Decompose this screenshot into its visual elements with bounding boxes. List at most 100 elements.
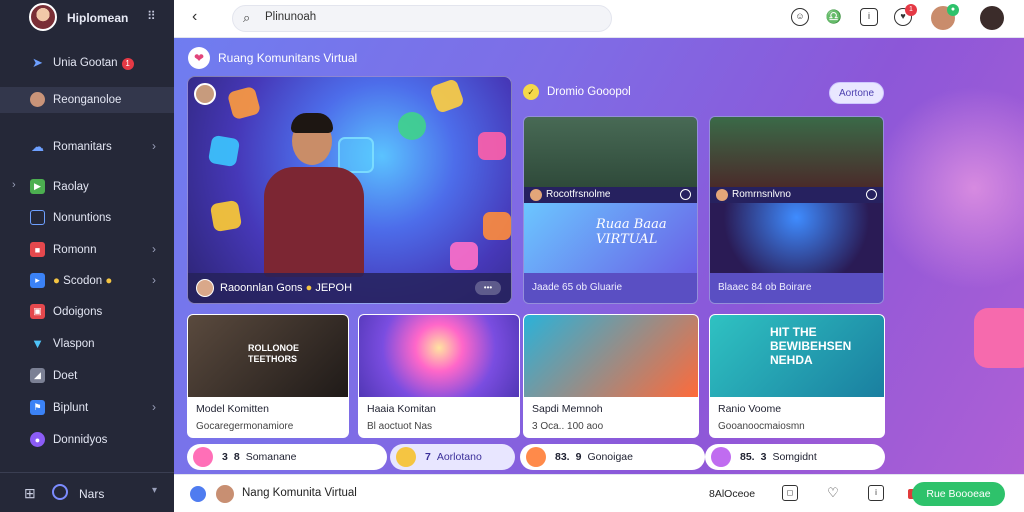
sidebar-header: Hiplomean ⠿ <box>0 0 174 36</box>
card-meta-text: Romrnsnlvno <box>732 189 791 200</box>
recommend-header: ✓ Dromio Gooopol <box>523 84 631 100</box>
top-bar: ‹ ⌕ ☺ ♎ i ♥ 1 ● <box>174 0 1024 38</box>
card-image: ROLLONOE TEETHORS <box>188 315 348 397</box>
chevron-right-icon[interactable]: › <box>152 400 156 414</box>
sidebar-item-donnidyos[interactable]: ● Donnidyos <box>0 427 174 453</box>
view-all-button[interactable]: Aortone <box>829 82 884 104</box>
sidebar-item-doet[interactable]: ◢ Doet <box>0 363 174 389</box>
main-content: ❤ Ruang Komunitans Virtual Raoonnlan Gon… <box>174 38 1024 512</box>
search-input[interactable] <box>265 11 595 23</box>
room-card[interactable]: ROLLONOE TEETHORS Model Komitten Gocareg… <box>187 314 349 438</box>
sidebar-item-label: Raolay <box>53 181 89 193</box>
globe-icon[interactable] <box>52 484 68 500</box>
bag-icon[interactable]: ◻ <box>782 485 798 501</box>
card-footer: Jaade 65 ob Gluarie <box>524 273 697 303</box>
emoji-icon <box>396 447 416 467</box>
sidebar-item-romanitars[interactable]: ☁ Romanitars › <box>0 134 174 160</box>
card-title: Model Komitten <box>196 403 269 415</box>
card-image: HIT THE BEWIBEHSEN NEHDA <box>710 315 884 397</box>
room-card[interactable]: HIT THE BEWIBEHSEN NEHDA Ranio Voome Goo… <box>709 314 885 438</box>
stat-pill[interactable]: 3 8 Somanane <box>187 444 387 470</box>
video-icon: ■ <box>30 242 45 257</box>
card-image <box>359 315 519 397</box>
heart-icon[interactable]: ♡ <box>825 485 841 501</box>
avatar[interactable] <box>29 3 57 31</box>
recommend-card[interactable]: Romrnsnlvno Blaaec 84 ob Boirare <box>709 116 884 304</box>
back-icon[interactable]: ‹ <box>192 8 197 26</box>
sidebar-item-biplunt[interactable]: ⚑ Biplunt › <box>0 395 174 421</box>
stat-pill[interactable]: 83. 9 Gonoigae <box>520 444 705 470</box>
floating-chip-icon <box>450 242 478 270</box>
more-button[interactable]: ••• <box>475 281 501 295</box>
stat-pill[interactable]: 7 Aorlotano <box>390 444 515 470</box>
more-icon[interactable] <box>680 189 691 200</box>
sidebar-item-romonn[interactable]: ■ Romonn › <box>0 237 174 263</box>
sidebar-footer-label[interactable]: Nars <box>79 487 104 501</box>
more-icon[interactable] <box>866 189 877 200</box>
card-footer: Blaaec 84 ob Boirare <box>710 273 883 303</box>
sidebar-item-label: Odoigons <box>53 306 103 318</box>
sidebar-item-label: Reonganoloe <box>53 94 122 106</box>
emoji-icon: ● <box>105 275 113 287</box>
info-icon[interactable]: i <box>868 485 884 501</box>
chat-icon: ● <box>30 432 45 447</box>
sidebar-item-reonganoloe[interactable]: Reonganoloe <box>0 87 174 113</box>
sidebar-item-unia-gootan[interactable]: ➤ Unia Gootan 1 <box>0 50 174 76</box>
avatar <box>196 279 214 297</box>
app-name: Hiplomean <box>67 11 129 25</box>
search-bar[interactable]: ⌕ <box>232 5 612 32</box>
sidebar-item-label: Doet <box>53 370 78 382</box>
dots-grid-icon[interactable]: ⠿ <box>147 9 156 23</box>
heart-icon: ❤ <box>188 47 210 69</box>
floating-chip-icon <box>398 112 426 140</box>
headset-icon[interactable]: ♎ <box>825 8 843 26</box>
sidebar-item-vlaspon[interactable]: ▼ Vlaspon <box>0 331 174 357</box>
sidebar: Hiplomean ⠿ ➤ Unia Gootan 1 Reonganoloe ☁… <box>0 0 174 512</box>
floating-chip-icon <box>478 132 506 160</box>
card-image <box>710 117 883 187</box>
chevron-down-icon[interactable]: ▾ <box>152 485 157 496</box>
card-title: Sapdi Memnoh <box>532 403 603 415</box>
sidebar-item-scodon[interactable]: ▸ ● Scodon ● › <box>0 268 174 294</box>
avatar[interactable] <box>214 483 236 505</box>
hero-caption-text: Raoonnlan Gons ● JEPOH <box>220 282 353 294</box>
avatar <box>30 92 45 107</box>
chevron-right-icon[interactable]: › <box>152 242 156 256</box>
card-title: Haaia Komitan <box>367 403 436 415</box>
info-icon[interactable]: i <box>860 8 878 26</box>
card-image <box>710 203 883 275</box>
room-card[interactable]: Sapdi Memnoh 3 Oca.. 100 aoo <box>523 314 699 438</box>
sidebar-item-nonuntions[interactable]: Nonuntions <box>0 205 174 231</box>
bottom-bar-status: 8AlOceoe <box>709 488 756 500</box>
join-button[interactable]: Rue Boooeae <box>912 482 1005 506</box>
sidebar-item-label: Vlaspon <box>53 338 95 350</box>
chevron-right-icon[interactable]: › <box>12 179 16 191</box>
floating-chip-icon <box>209 199 243 233</box>
profile-avatar[interactable] <box>980 6 1004 30</box>
chat-bubble-icon[interactable] <box>190 486 206 502</box>
card-image <box>524 117 697 187</box>
chevron-right-icon[interactable]: › <box>152 139 156 153</box>
sidebar-item-odoigons[interactable]: ▣ Odoigons <box>0 299 174 325</box>
stat-pill[interactable]: 85. 3 Somgidnt <box>705 444 885 470</box>
grid-icon[interactable]: ⊞ <box>24 485 36 502</box>
floating-chip-icon <box>207 134 241 168</box>
card-footer-text: Blaaec 84 ob Boirare <box>718 282 812 293</box>
card-banner-text: ROLLONOE TEETHORS <box>248 343 299 364</box>
sparkle-icon <box>711 447 731 467</box>
chevron-right-icon[interactable]: › <box>152 273 156 287</box>
play-icon: ▶ <box>30 179 45 194</box>
section-header: ❤ Ruang Komunitans Virtual <box>188 46 357 70</box>
bell-icon: ◢ <box>30 368 45 383</box>
card-subtitle: 3 Oca.. 100 aoo <box>532 421 604 432</box>
recommend-card[interactable]: Rocotfrsnolme Ruaa Baaa VIRTUAL Jaade 65… <box>523 116 698 304</box>
shield-icon: ▼ <box>31 336 44 351</box>
host-hair <box>291 113 333 133</box>
room-card[interactable]: Haaia Komitan Bl aoctuot Nas <box>358 314 520 438</box>
sidebar-item-label: Romonn <box>53 244 97 256</box>
emoji-icon[interactable]: ☺ <box>791 8 809 26</box>
hero-card[interactable]: Raoonnlan Gons ● JEPOH ••• <box>187 76 512 304</box>
photo-icon: ▣ <box>30 304 45 319</box>
card-image: Ruaa Baaa VIRTUAL <box>524 203 697 275</box>
sidebar-item-raolay[interactable]: › ▶ Raolay <box>0 174 174 200</box>
